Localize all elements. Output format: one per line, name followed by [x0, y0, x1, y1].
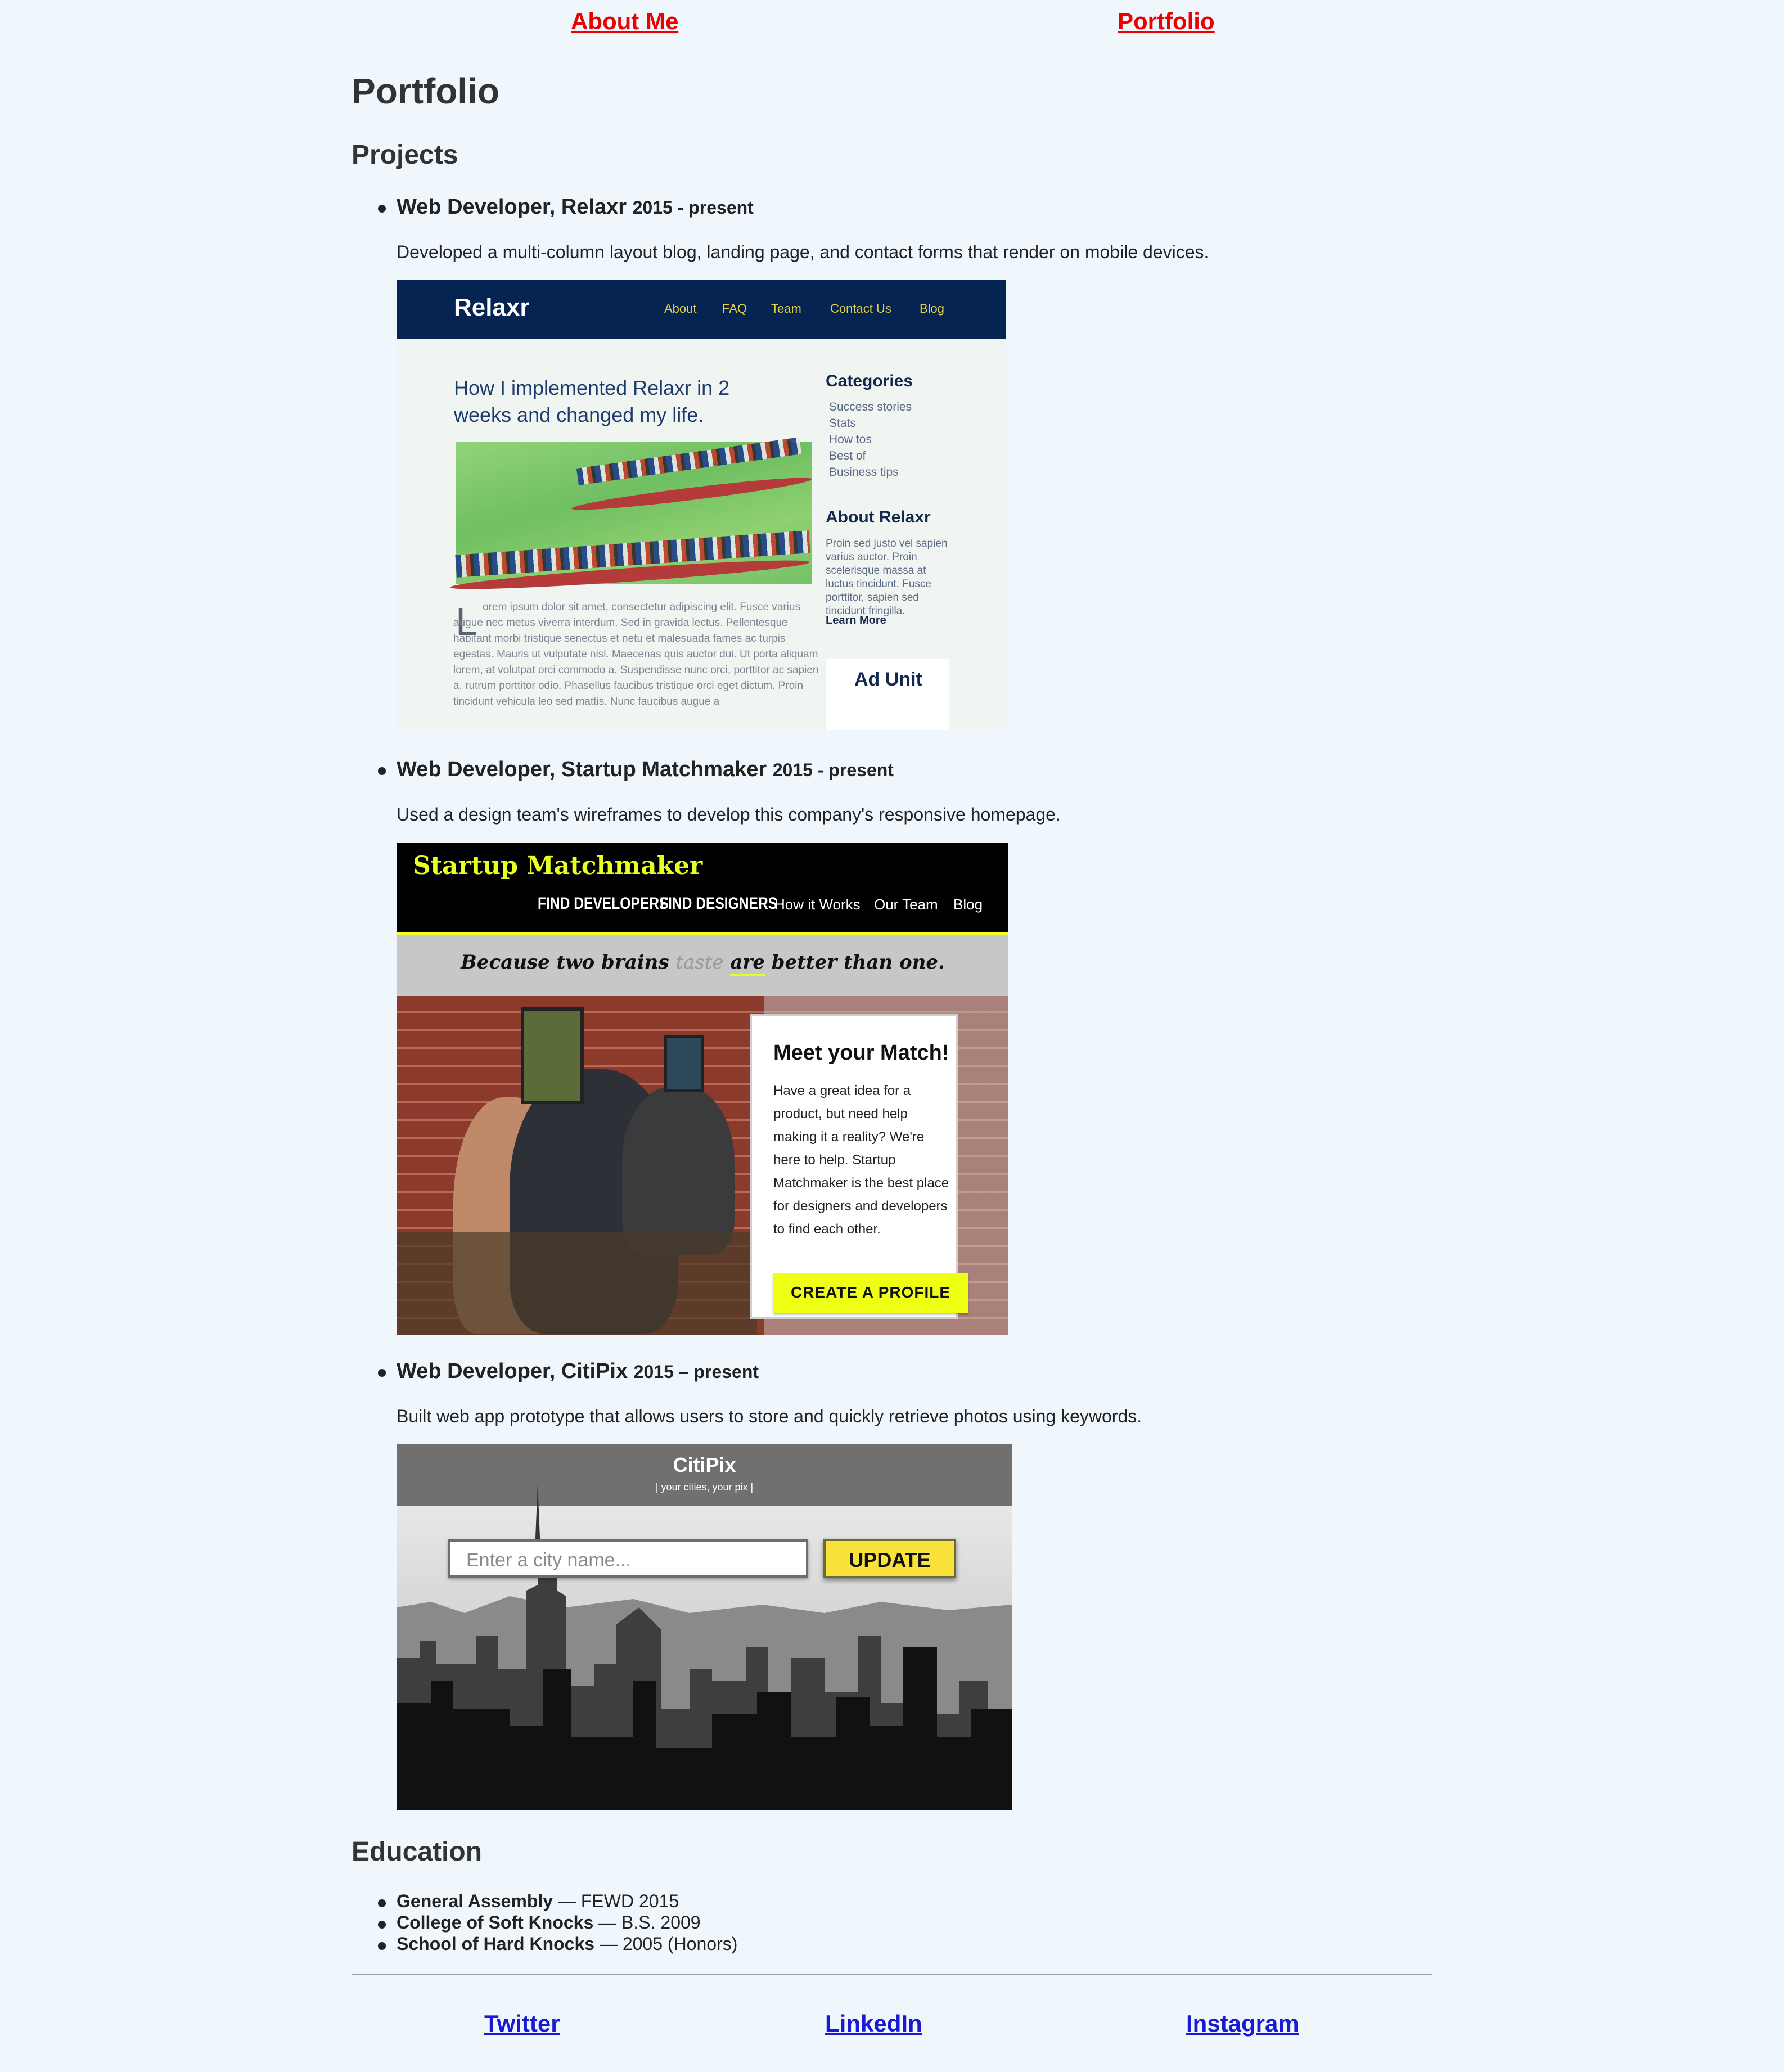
crew-shape: [576, 437, 802, 485]
project-years: 2015 – present: [633, 1362, 759, 1382]
relaxr-logo: Relaxr: [454, 294, 530, 321]
school-detail: — FEWD 2015: [553, 1891, 679, 1911]
tagline-highlight-word: are: [730, 951, 765, 976]
linkedin-link[interactable]: LinkedIn: [825, 2010, 922, 2037]
categories-list: Success stories Stats How tos Best of Bu…: [829, 399, 912, 480]
school-detail: — B.S. 2009: [593, 1912, 701, 1933]
person-shape: [622, 1086, 735, 1255]
footer-divider: [352, 1974, 1432, 1975]
list-bullet: [378, 767, 386, 775]
project-description: Developed a multi-column layout blog, la…: [397, 242, 1209, 262]
skyline-silhouette: [397, 1484, 1012, 1810]
startup-matchmaker-screenshot: Startup Matchmaker FIND DEVELOPERS FIND …: [397, 843, 1008, 1335]
table-shape: [397, 1232, 757, 1335]
nav-link-portfolio[interactable]: Portfolio: [1118, 8, 1215, 35]
relaxr-body-text: orem ipsum dolor sit amet, consectetur a…: [453, 601, 819, 708]
create-profile-label: CREATE A PROFILE: [790, 1283, 951, 1301]
school-detail: — 2005 (Honors): [594, 1934, 738, 1954]
ad-unit-label: Ad Unit: [854, 669, 922, 690]
update-button[interactable]: UPDATE: [823, 1539, 956, 1578]
categories-heading: Categories: [826, 372, 913, 390]
project-title: Web Developer, CitiPix 2015 – present: [397, 1359, 759, 1384]
wall-art: [664, 1035, 704, 1092]
project-years: 2015 - present: [772, 760, 894, 780]
matchmaker-nav-item: How it Works: [774, 896, 861, 913]
card-text: Have a great idea for a product, but nee…: [773, 1083, 949, 1237]
relaxr-post-title: How I implemented Relaxr in 2 weeks and …: [454, 376, 730, 426]
city-search-input[interactable]: Enter a city name...: [448, 1539, 808, 1578]
project-role: Web Developer, Startup Matchmaker: [397, 758, 767, 781]
category-item: Stats: [829, 417, 856, 430]
matchmaker-nav-item: Our Team: [874, 896, 938, 913]
project-title: Web Developer, Relaxr 2015 - present: [397, 195, 754, 219]
school-name: College of Soft Knocks: [397, 1912, 594, 1933]
project-title: Web Developer, Startup Matchmaker 2015 -…: [397, 758, 894, 782]
relaxr-nav-item: Blog: [920, 301, 945, 316]
citipix-screenshot: CitiPix | your cities, your pix | Enter …: [397, 1444, 1012, 1810]
learn-more-link: Learn More: [826, 614, 886, 627]
card-title: Meet your Match!: [773, 1041, 949, 1065]
education-item: School of Hard Knocks — 2005 (Honors): [397, 1934, 737, 1954]
matchmaker-tagline: Because two brains taste are better than…: [397, 951, 1008, 976]
matchmaker-nav-item: FIND DEVELOPERS: [538, 894, 669, 913]
project-description: Used a design team's wireframes to devel…: [397, 804, 1061, 825]
list-bullet: [378, 205, 386, 213]
relaxr-header: Relaxr About FAQ Team Contact Us Blog: [397, 280, 1006, 339]
school-name: School of Hard Knocks: [397, 1934, 595, 1954]
create-profile-button: CREATE A PROFILE: [773, 1273, 968, 1313]
tagline-struck-word: taste: [675, 951, 724, 974]
project-role: Web Developer, CitiPix: [397, 1359, 628, 1383]
education-item: General Assembly — FEWD 2015: [397, 1891, 679, 1912]
matchmaker-nav-item: FIND DESIGNERS: [660, 894, 778, 913]
relaxr-nav-item: About: [664, 301, 697, 316]
top-nav: About Me Portfolio: [0, 8, 1784, 42]
category-item: How tos: [829, 433, 872, 446]
about-relaxr-heading: About Relaxr: [826, 508, 931, 526]
projects-heading: Projects: [352, 140, 458, 170]
dragon-boat-photo: [449, 437, 813, 594]
update-button-label: UPDATE: [849, 1548, 931, 1571]
tagline-part: better than one.: [764, 951, 945, 974]
ad-unit: Ad Unit: [826, 659, 949, 730]
tagline-part: Because two brains: [461, 951, 676, 974]
matchmaker-logo: Startup Matchmaker: [413, 852, 703, 880]
nav-link-about-me[interactable]: About Me: [571, 8, 678, 35]
education-heading: Education: [352, 1837, 483, 1867]
project-years: 2015 - present: [632, 197, 754, 218]
page-title: Portfolio: [352, 71, 500, 111]
education-item: College of Soft Knocks — B.S. 2009: [397, 1912, 701, 1933]
list-bullet: [378, 1369, 386, 1377]
meet-your-match-card: Meet your Match! Have a great idea for a…: [750, 1014, 968, 1319]
category-item: Success stories: [829, 400, 912, 413]
list-bullet: [378, 1899, 386, 1907]
twitter-link[interactable]: Twitter: [484, 2010, 560, 2037]
project-role: Web Developer, Relaxr: [397, 195, 627, 219]
relaxr-nav-item: Team: [771, 301, 801, 316]
relaxr-screenshot: Relaxr About FAQ Team Contact Us Blog Ho…: [397, 280, 1006, 730]
about-relaxr-text: Proin sed justo vel sapien varius auctor…: [826, 538, 948, 617]
school-name: General Assembly: [397, 1891, 553, 1911]
matchmaker-nav-item: Blog: [953, 896, 983, 913]
wall-art: [521, 1007, 584, 1104]
relaxr-nav-item: Contact Us: [830, 301, 891, 316]
city-input-placeholder: Enter a city name...: [466, 1550, 631, 1571]
list-bullet: [378, 1921, 386, 1929]
list-bullet: [378, 1942, 386, 1950]
category-item: Best of: [829, 449, 866, 462]
category-item: Business tips: [829, 466, 899, 479]
relaxr-nav-item: FAQ: [722, 301, 747, 316]
project-description: Built web app prototype that allows user…: [397, 1406, 1142, 1426]
instagram-link[interactable]: Instagram: [1186, 2010, 1299, 2037]
